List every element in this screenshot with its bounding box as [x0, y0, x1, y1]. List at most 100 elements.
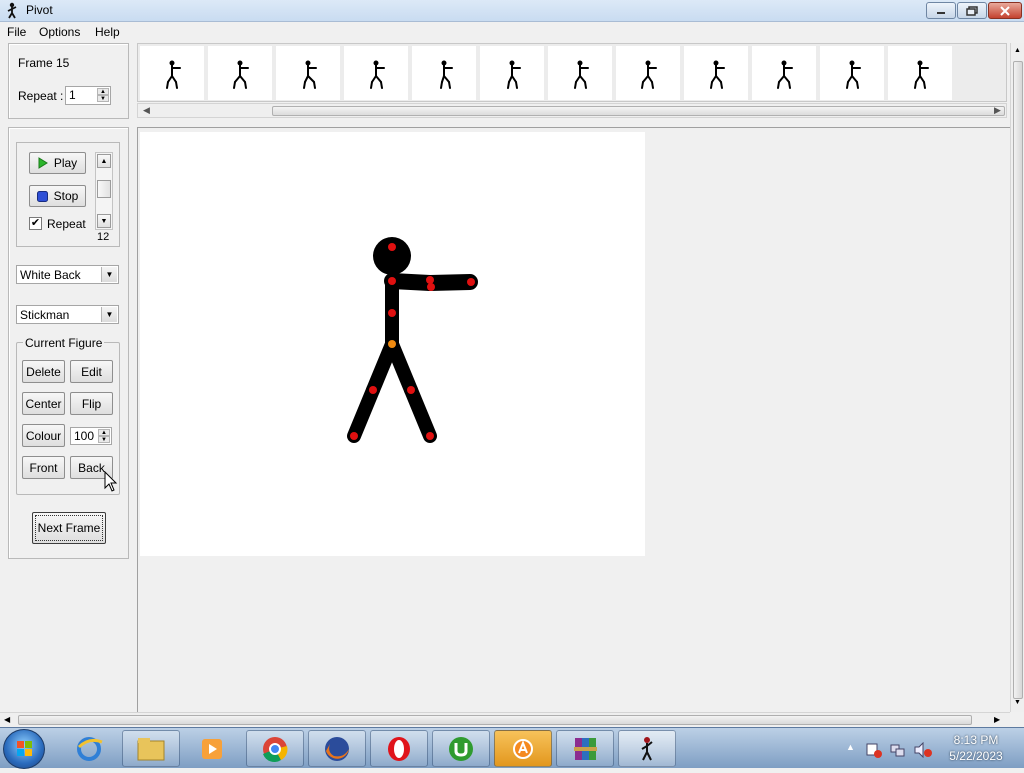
stickman-figure[interactable] [140, 132, 645, 556]
figure-type-select-value: Stickman [20, 308, 70, 322]
figure-forearm[interactable] [422, 274, 478, 291]
avast-icon[interactable] [494, 730, 552, 767]
frame-thumbnail[interactable] [344, 46, 408, 100]
frame-thumbnail[interactable] [276, 46, 340, 100]
right-foot-joint-handle[interactable] [426, 432, 434, 440]
scroll-left-icon[interactable]: ◀ [4, 715, 10, 724]
opacity-spinner[interactable]: 100 ▲ ▼ [70, 427, 112, 445]
frame-thumbnail[interactable] [820, 46, 884, 100]
play-icon [38, 157, 48, 169]
title-bar: Pivot [0, 0, 1024, 22]
frame-thumbnail[interactable] [208, 46, 272, 100]
menu-help[interactable]: Help [95, 25, 120, 39]
animation-canvas[interactable] [140, 132, 645, 556]
spin-down-icon[interactable]: ▼ [97, 95, 109, 102]
head-joint-handle[interactable] [388, 243, 396, 251]
speed-slider-knob[interactable] [97, 180, 111, 198]
winrar-icon[interactable] [556, 730, 614, 767]
frame-thumbnail[interactable] [140, 46, 204, 100]
pivot-icon[interactable] [618, 730, 676, 767]
figure-right-thigh[interactable] [385, 337, 418, 397]
scroll-up-icon[interactable]: ▲ [1014, 47, 1021, 54]
clock[interactable]: 8:13 PM 5/22/2023 [930, 732, 1022, 764]
center-button[interactable]: Center [22, 392, 65, 415]
menu-bar: File Options Help [0, 22, 1024, 42]
figure-left-shin[interactable] [347, 383, 380, 443]
firefox-icon[interactable] [308, 730, 366, 767]
horizontal-scroll-thumb[interactable] [18, 715, 972, 725]
left-knee-joint-handle[interactable] [369, 386, 377, 394]
scroll-left-icon[interactable]: ◀ [143, 105, 150, 116]
menu-file[interactable]: File [7, 25, 26, 39]
frame-repeat-spinner[interactable]: 1 ▲ ▼ [65, 86, 111, 105]
current-figure-legend: Current Figure [23, 336, 105, 350]
left-foot-joint-handle[interactable] [350, 432, 358, 440]
menu-options[interactable]: Options [39, 25, 80, 39]
close-icon [1000, 5, 1010, 16]
figure-right-shin[interactable] [404, 383, 437, 443]
chevron-down-icon[interactable]: ▼ [101, 267, 117, 282]
play-button[interactable]: Play [29, 152, 86, 174]
stickman-thumbnail-icon [574, 60, 589, 89]
file-explorer-icon[interactable] [122, 730, 180, 767]
spin-down-icon[interactable]: ▼ [98, 436, 110, 443]
background-select[interactable]: White Back ▼ [16, 265, 119, 284]
frame-thumbnail[interactable] [616, 46, 680, 100]
stop-button[interactable]: Stop [29, 185, 86, 207]
origin-joint-handle[interactable] [388, 340, 396, 348]
timeline-scroll-thumb[interactable] [272, 106, 1005, 116]
chrome-icon[interactable] [246, 730, 304, 767]
speed-slider[interactable]: ▲ ▼ [95, 152, 113, 230]
repeat-checkbox[interactable]: ✔ [29, 217, 42, 230]
elbow-joint-handle[interactable] [427, 283, 435, 291]
elbow-joint-handle[interactable] [426, 276, 434, 284]
colour-button[interactable]: Colour [22, 424, 65, 447]
stickman-thumbnail-icon [166, 60, 181, 89]
internet-explorer-icon[interactable] [60, 730, 118, 767]
stickman-thumbnail-icon [777, 60, 793, 89]
next-frame-button[interactable]: Next Frame [32, 512, 106, 544]
front-button[interactable]: Front [22, 456, 65, 479]
opacity-value[interactable]: 100 [74, 429, 94, 443]
media-player-icon[interactable] [183, 730, 241, 767]
chevron-down-icon[interactable]: ▼ [101, 307, 117, 322]
timeline-scrollbar[interactable]: ◀ ▶ [137, 103, 1007, 118]
delete-button[interactable]: Delete [22, 360, 65, 383]
frame-thumbnail[interactable] [752, 46, 816, 100]
network-icon[interactable] [890, 742, 906, 758]
frame-thumbnail[interactable] [888, 46, 952, 100]
slider-up-icon[interactable]: ▲ [97, 154, 111, 168]
start-button[interactable] [3, 729, 45, 769]
frame-thumbnail[interactable] [480, 46, 544, 100]
stickman-thumbnail-icon [641, 60, 657, 89]
scroll-right-icon[interactable]: ▶ [994, 105, 1001, 116]
vertical-scroll-thumb[interactable] [1013, 61, 1023, 699]
frame-thumbnail[interactable] [548, 46, 612, 100]
neck-joint-handle[interactable] [388, 277, 396, 285]
vertical-scrollbar[interactable]: ▲ ▼ [1010, 43, 1024, 712]
scroll-right-icon[interactable]: ▶ [994, 715, 1000, 724]
maximize-button[interactable] [957, 2, 987, 19]
figure-type-select[interactable]: Stickman ▼ [16, 305, 119, 324]
frame-repeat-value[interactable]: 1 [69, 88, 76, 102]
chest-joint-handle[interactable] [388, 309, 396, 317]
spin-up-icon[interactable]: ▲ [98, 429, 110, 436]
action-center-icon[interactable] [866, 742, 882, 758]
show-hidden-icons-icon[interactable]: ▲ [846, 742, 855, 752]
stop-label: Stop [53, 189, 79, 203]
utorrent-icon[interactable] [432, 730, 490, 767]
slider-down-icon[interactable]: ▼ [97, 214, 111, 228]
figure-head[interactable] [373, 237, 411, 275]
scroll-down-icon[interactable]: ▼ [1014, 699, 1021, 706]
minimize-button[interactable] [926, 2, 956, 19]
frame-thumbnail[interactable] [412, 46, 476, 100]
spin-up-icon[interactable]: ▲ [97, 88, 109, 95]
horizontal-scrollbar[interactable]: ◀ ▶ [0, 712, 1010, 727]
frame-thumbnail[interactable] [684, 46, 748, 100]
close-button[interactable] [988, 2, 1022, 19]
right-knee-joint-handle[interactable] [407, 386, 415, 394]
flip-button[interactable]: Flip [70, 392, 113, 415]
hand-joint-handle[interactable] [467, 278, 475, 286]
edit-button[interactable]: Edit [70, 360, 113, 383]
opera-icon[interactable] [370, 730, 428, 767]
